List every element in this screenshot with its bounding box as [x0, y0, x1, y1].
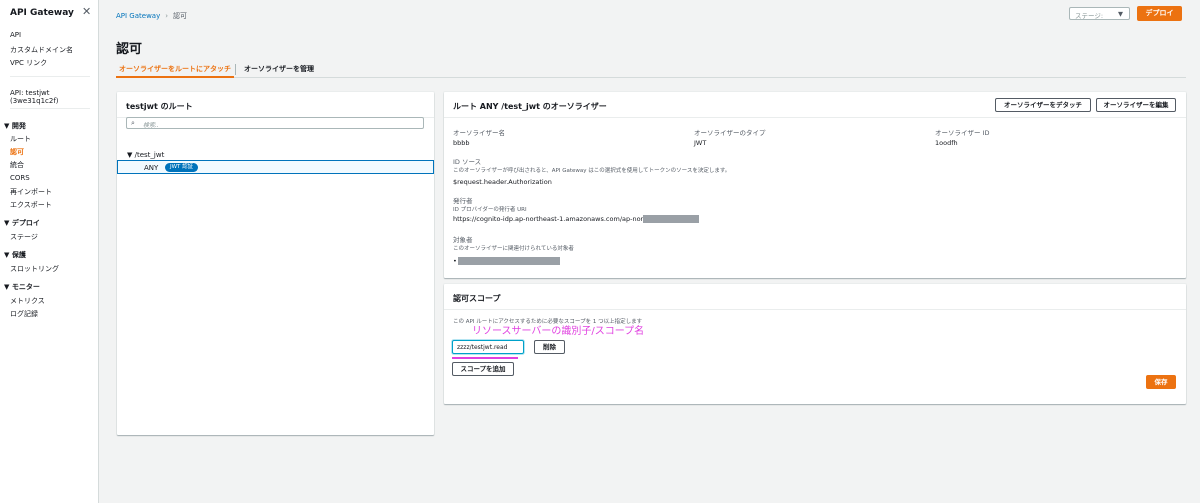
audience-description: このオーソライザーに関連付けられている対象者	[453, 246, 574, 252]
caret-down-icon: ▼	[1118, 10, 1123, 18]
add-scope-button[interactable]: スコープを追加	[452, 362, 514, 376]
page-title: 認可	[116, 42, 143, 57]
sidebar-item-api[interactable]: API	[10, 31, 21, 39]
authorizer-id-value: 1oodfh	[935, 139, 958, 147]
sidebar-item-metrics[interactable]: メトリクス	[10, 296, 45, 306]
authorizer-id-label: オーソライザー ID	[935, 129, 990, 137]
audience-bullet: •	[453, 257, 457, 265]
redacted-block	[458, 257, 560, 265]
tab-manage-authorizers[interactable]: オーソライザーを管理	[244, 60, 314, 78]
authorizer-type-value: JWT	[694, 139, 707, 147]
route-method: ANY	[144, 164, 159, 172]
tab-bar: オーソライザーをルートにアタッチ オーソライザーを管理	[116, 60, 1186, 78]
sidebar-item-routes[interactable]: ルート	[10, 134, 31, 144]
identity-source-description: このオーソライザーが呼び出されると、API Gateway はこの選択式を使用し…	[453, 168, 731, 174]
redacted-block	[643, 215, 699, 223]
sidebar-api-label[interactable]: API: testjwt (3we31q1c2f)	[10, 89, 98, 105]
tree-route-test-jwt[interactable]: ▼ /test_jwt	[127, 151, 164, 159]
annotation-underline	[452, 357, 518, 359]
deploy-button[interactable]: デプロイ	[1137, 6, 1182, 21]
jwt-auth-badge: JWT 認証	[165, 163, 199, 172]
audience-label: 対象者	[453, 236, 473, 244]
annotation-text: リソースサーバーの識別子/スコープ名	[472, 326, 645, 337]
sidebar-item-custom-domain[interactable]: カスタムドメイン名	[10, 45, 73, 55]
tab-attach-authorizer[interactable]: オーソライザーをルートにアタッチ	[116, 60, 234, 78]
issuer-value: https://cognito-idp.ap-northeast-1.amazo…	[453, 215, 671, 223]
tree-route-any-selected[interactable]: ANY JWT 認証	[117, 160, 434, 174]
sidebar: API Gateway ✕ API カスタムドメイン名 VPC リンク API:…	[0, 0, 99, 503]
sidebar-title: API Gateway	[10, 8, 74, 18]
authorizer-name-label: オーソライザー名	[453, 129, 505, 137]
routes-panel: testjwt のルート	[117, 92, 434, 435]
breadcrumb: API Gateway › 認可	[116, 11, 187, 21]
sidebar-section-develop[interactable]: ▼ 開発	[4, 121, 26, 131]
sidebar-item-export[interactable]: エクスポート	[10, 200, 52, 210]
authorizer-name-value: bbbb	[453, 139, 470, 147]
scope-input[interactable]: zzzz/testjwt.read	[452, 340, 524, 354]
sidebar-section-protect[interactable]: ▼ 保護	[4, 250, 26, 260]
edit-authorizer-button[interactable]: オーソライザーを編集	[1096, 98, 1176, 112]
sidebar-section-monitor[interactable]: ▼ モニター	[4, 282, 40, 292]
routes-panel-header: testjwt のルート	[117, 92, 434, 118]
sidebar-item-authorization[interactable]: 認可	[10, 147, 24, 157]
sidebar-item-stages[interactable]: ステージ	[10, 232, 38, 242]
sidebar-item-throttling[interactable]: スロットリング	[10, 264, 59, 274]
close-icon[interactable]: ✕	[82, 5, 91, 18]
route-search-input[interactable]: ⌕ 検索..	[126, 117, 424, 129]
sidebar-item-reimport[interactable]: 再インポート	[10, 187, 52, 197]
breadcrumb-link-api-gateway[interactable]: API Gateway	[116, 12, 160, 20]
detach-authorizer-button[interactable]: オーソライザーをデタッチ	[995, 98, 1091, 112]
authorizer-type-label: オーソライザーのタイプ	[694, 129, 766, 137]
sidebar-section-deploy[interactable]: ▼ デプロイ	[4, 218, 40, 228]
delete-scope-button[interactable]: 削除	[534, 340, 565, 354]
sidebar-item-logging[interactable]: ログ記録	[10, 309, 38, 319]
sidebar-item-integrations[interactable]: 統合	[10, 160, 24, 170]
scope-panel-title: 認可スコープ	[453, 294, 501, 303]
save-button[interactable]: 保存	[1146, 375, 1176, 389]
search-icon: ⌕	[131, 119, 135, 127]
identity-source-label: ID ソース	[453, 158, 482, 166]
issuer-label: 発行者	[453, 197, 473, 205]
chevron-right-icon: ›	[165, 12, 169, 20]
authorizer-panel-title: ルート ANY /test_jwt のオーソライザー	[453, 102, 607, 111]
tab-separator	[235, 64, 236, 75]
routes-panel-title: testjwt のルート	[126, 102, 193, 111]
sidebar-divider	[10, 76, 90, 77]
issuer-description: ID プロバイダーの発行者 URI	[453, 207, 527, 213]
identity-source-value: $request.header.Authorization	[453, 178, 552, 186]
sidebar-item-vpc-link[interactable]: VPC リンク	[10, 58, 47, 68]
scope-panel-header: 認可スコープ	[444, 284, 1186, 310]
sidebar-divider	[10, 108, 90, 109]
sidebar-item-cors[interactable]: CORS	[10, 174, 30, 182]
breadcrumb-current: 認可	[173, 12, 188, 20]
stage-select[interactable]: ステージ: ▼	[1069, 7, 1130, 20]
